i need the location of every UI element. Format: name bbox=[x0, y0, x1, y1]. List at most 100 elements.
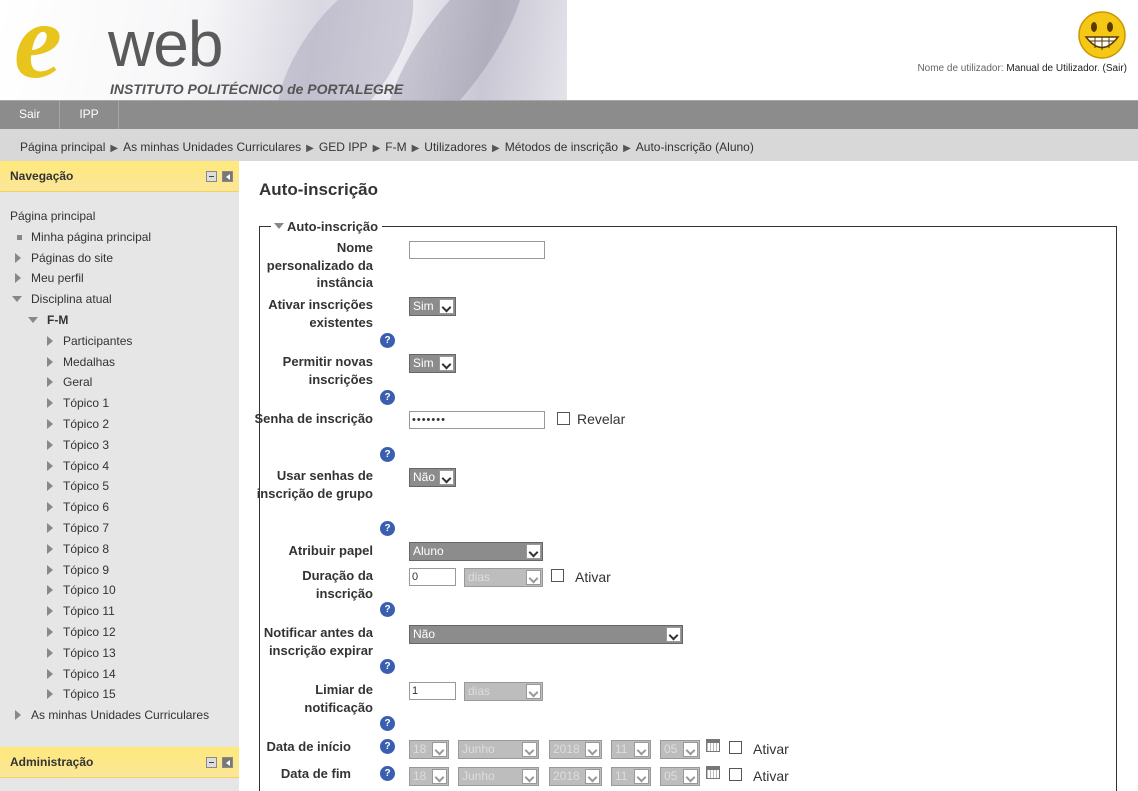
nav-item-course-section[interactable]: Tópico 9 bbox=[10, 560, 239, 581]
nav-item-course-section[interactable]: Tópico 10 bbox=[10, 580, 239, 601]
new-enrolments-select[interactable]: Sim bbox=[409, 354, 456, 373]
nav-item-label: Tópico 5 bbox=[63, 479, 110, 494]
select-value: 18 bbox=[413, 742, 427, 756]
threshold-input[interactable] bbox=[409, 682, 456, 700]
expand-arrow-icon bbox=[15, 273, 21, 284]
breadcrumb-link[interactable]: As minhas Unidades Curriculares bbox=[123, 140, 301, 154]
nav-item-course-section[interactable]: Tópico 11 bbox=[10, 601, 239, 622]
nav-item-course-section[interactable]: Medalhas bbox=[10, 352, 239, 373]
nav-item-course-section[interactable]: Tópico 12 bbox=[10, 622, 239, 643]
breadcrumb-link[interactable]: F-M bbox=[385, 140, 406, 154]
nav-item-course-section[interactable]: Tópico 2 bbox=[10, 414, 239, 435]
nav-item-course-section[interactable]: Tópico 6 bbox=[10, 497, 239, 518]
nav-item-label: Minha página principal bbox=[31, 229, 152, 244]
start-minute-select[interactable]: 05 bbox=[660, 740, 700, 759]
fieldset-legend[interactable]: Auto-inscrição bbox=[271, 219, 383, 234]
menu-item-ipp[interactable]: IPP bbox=[60, 101, 119, 129]
help-icon[interactable]: ? bbox=[380, 602, 395, 617]
nav-item-label: Tópico 2 bbox=[63, 416, 110, 431]
breadcrumb-separator: ▶ bbox=[110, 143, 119, 154]
dock-icon[interactable] bbox=[222, 757, 233, 768]
end-month-select[interactable]: Junho bbox=[458, 767, 539, 786]
end-year-select[interactable]: 2018 bbox=[549, 767, 602, 786]
nav-item-course-section[interactable]: Tópico 4 bbox=[10, 456, 239, 477]
chevron-down-icon bbox=[522, 742, 537, 757]
nav-item-course-section[interactable]: Tópico 15 bbox=[10, 684, 239, 705]
custom-menu: Sair IPP bbox=[0, 100, 1138, 129]
login-info: Nome de utilizador: Manual de Utilizador… bbox=[917, 63, 1127, 74]
logout-link[interactable]: (Sair) bbox=[1103, 63, 1127, 74]
expand-arrow-icon bbox=[47, 377, 53, 388]
administration-block-title: Administração bbox=[10, 755, 94, 769]
nav-item-my-courses[interactable]: As minhas Unidades Curriculares bbox=[10, 705, 239, 726]
collapse-arrow-icon bbox=[274, 223, 284, 229]
nav-item-course-section[interactable]: Participantes bbox=[10, 331, 239, 352]
existing-enrolments-select[interactable]: Sim bbox=[409, 297, 456, 316]
user-profile-link[interactable]: Manual de Utilizador bbox=[1006, 63, 1097, 74]
navigation-tree: Página principal Minha página principal … bbox=[0, 192, 239, 726]
help-icon[interactable]: ? bbox=[380, 333, 395, 348]
nav-item-current-course[interactable]: Disciplina atual bbox=[10, 289, 239, 310]
select-value: Aluno bbox=[413, 544, 444, 558]
help-icon[interactable]: ? bbox=[380, 716, 395, 731]
minimize-icon[interactable] bbox=[206, 757, 217, 768]
nav-item-course-section[interactable]: Geral bbox=[10, 372, 239, 393]
nav-item-course-section[interactable]: Tópico 1 bbox=[10, 393, 239, 414]
auto-enrol-fieldset: Auto-inscrição Nome personalizado da ins… bbox=[255, 219, 1117, 791]
nav-item-course-section[interactable]: Tópico 7 bbox=[10, 518, 239, 539]
end-enable-checkbox[interactable] bbox=[729, 768, 742, 781]
enrolment-key-input[interactable] bbox=[409, 411, 545, 429]
end-hour-select[interactable]: 11 bbox=[611, 767, 651, 786]
start-year-select[interactable]: 2018 bbox=[549, 740, 602, 759]
help-icon[interactable]: ? bbox=[380, 766, 395, 781]
select-value: 2018 bbox=[553, 769, 580, 783]
expand-arrow-icon bbox=[47, 647, 53, 658]
dock-icon[interactable] bbox=[222, 171, 233, 182]
course-sections: Participantes Medalhas Geral Tópico 1 Tópico… bbox=[10, 331, 239, 705]
breadcrumb-link[interactable]: Utilizadores bbox=[424, 140, 487, 154]
end-minute-select[interactable]: 05 bbox=[660, 767, 700, 786]
nav-item-site-pages[interactable]: Páginas do site bbox=[10, 248, 239, 269]
start-month-select[interactable]: Junho bbox=[458, 740, 539, 759]
group-key-select[interactable]: Não bbox=[409, 468, 456, 487]
end-day-select[interactable]: 18 bbox=[409, 767, 449, 786]
notify-select[interactable]: Não bbox=[409, 625, 683, 644]
nav-item-course-section[interactable]: Tópico 14 bbox=[10, 664, 239, 685]
breadcrumb-link[interactable]: Métodos de inscrição bbox=[505, 140, 618, 154]
minimize-icon[interactable] bbox=[206, 171, 217, 182]
nav-item-course[interactable]: F-M bbox=[10, 310, 239, 331]
start-enable-checkbox[interactable] bbox=[729, 741, 742, 754]
duration-enable-checkbox[interactable] bbox=[551, 569, 564, 582]
help-icon[interactable]: ? bbox=[380, 739, 395, 754]
nav-item-course-section[interactable]: Tópico 3 bbox=[10, 435, 239, 456]
start-enable-label: Ativar bbox=[753, 741, 789, 757]
reveal-checkbox[interactable] bbox=[557, 412, 570, 425]
nav-item-course-section[interactable]: Tópico 5 bbox=[10, 476, 239, 497]
site-logo[interactable]: e web INSTITUTO POLITÉCNICO de PORTALEGR… bbox=[0, 0, 567, 100]
calendar-icon[interactable] bbox=[706, 766, 720, 779]
duration-unit-select[interactable]: dias bbox=[464, 568, 543, 587]
calendar-icon[interactable] bbox=[706, 739, 720, 752]
help-icon[interactable]: ? bbox=[380, 521, 395, 536]
breadcrumb-link[interactable]: Página principal bbox=[20, 140, 105, 154]
nav-item-home[interactable]: Página principal bbox=[10, 206, 239, 227]
nav-item-my-profile[interactable]: Meu perfil bbox=[10, 268, 239, 289]
start-hour-select[interactable]: 11 bbox=[611, 740, 651, 759]
help-icon[interactable]: ? bbox=[380, 659, 395, 674]
nav-item-course-section[interactable]: Tópico 13 bbox=[10, 643, 239, 664]
nav-item-label: Tópico 12 bbox=[63, 624, 116, 639]
nav-item-course-section[interactable]: Tópico 8 bbox=[10, 539, 239, 560]
menu-item-sair[interactable]: Sair bbox=[0, 101, 61, 129]
help-icon[interactable]: ? bbox=[380, 390, 395, 405]
breadcrumb-link[interactable]: GED IPP bbox=[319, 140, 368, 154]
nav-item-my-home[interactable]: Minha página principal bbox=[10, 227, 239, 248]
instance-name-input[interactable] bbox=[409, 241, 545, 259]
duration-input[interactable] bbox=[409, 568, 456, 586]
collapse-arrow-icon bbox=[12, 296, 22, 303]
threshold-unit-select[interactable]: dias bbox=[464, 682, 543, 701]
start-day-select[interactable]: 18 bbox=[409, 740, 449, 759]
nav-item-label: Tópico 4 bbox=[63, 458, 110, 473]
help-icon[interactable]: ? bbox=[380, 447, 395, 462]
role-select[interactable]: Aluno bbox=[409, 542, 543, 561]
select-value: 05 bbox=[664, 742, 678, 756]
